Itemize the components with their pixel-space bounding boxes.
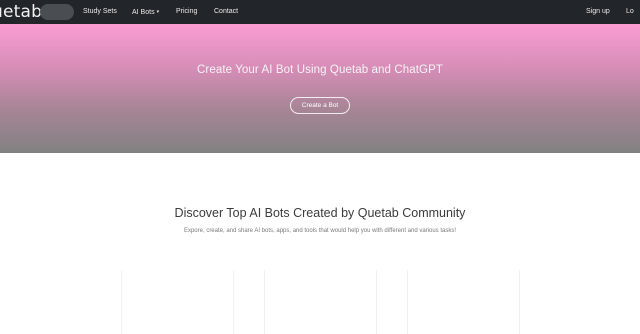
- discover-title: Discover Top AI Bots Created by Quetab C…: [174, 206, 466, 220]
- create-bot-button[interactable]: Create a Bot: [290, 97, 350, 114]
- hero-banner: Create Your AI Bot Using Quetab and Chat…: [0, 24, 640, 153]
- brand-logo[interactable]: uetab: [0, 1, 42, 23]
- bot-card[interactable]: [121, 270, 234, 334]
- bot-card[interactable]: [407, 270, 520, 334]
- page: uetab Study Sets AI Bots▾ Pricing Contac…: [0, 0, 640, 334]
- nav-pricing[interactable]: Pricing: [176, 0, 197, 24]
- nav-login[interactable]: Lo: [626, 0, 634, 24]
- top-navbar: uetab Study Sets AI Bots▾ Pricing Contac…: [0, 0, 640, 24]
- bot-card[interactable]: [264, 270, 377, 334]
- chevron-down-icon: ▾: [156, 9, 160, 15]
- nav-ai-bots[interactable]: AI Bots ▾: [132, 0, 159, 24]
- hero-title: Create Your AI Bot Using Quetab and Chat…: [197, 64, 443, 76]
- nav-sign-up[interactable]: Sign up: [586, 0, 610, 24]
- nav-contact[interactable]: Contact: [214, 0, 238, 24]
- nav-study-sets[interactable]: Study Sets: [83, 0, 117, 24]
- discover-subtitle: Expore, create, and share AI bots, apps,…: [183, 228, 457, 234]
- nav-ai-bots-label: AI Bots: [132, 9, 155, 16]
- search-pill[interactable]: [40, 4, 74, 20]
